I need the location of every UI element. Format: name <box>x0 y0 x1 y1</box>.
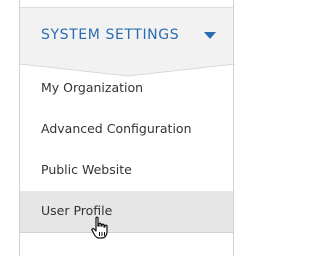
system-settings-header[interactable]: SYSTEM SETTINGS <box>20 8 233 65</box>
menu-item-label: Public Website <box>41 162 132 177</box>
menu-item-label: Advanced Configuration <box>41 121 192 136</box>
chevron-down-icon[interactable] <box>204 32 216 39</box>
hand-pointer-icon <box>91 216 108 239</box>
panel-bottom-divider <box>20 232 233 233</box>
settings-menu: My Organization Advanced Configuration P… <box>20 68 233 232</box>
menu-item-public-website[interactable]: Public Website <box>20 150 233 191</box>
menu-item-label: My Organization <box>41 80 144 95</box>
system-settings-panel: SYSTEM SETTINGS My Organization Advanced… <box>19 0 235 256</box>
menu-item-user-profile[interactable]: User Profile <box>20 191 233 232</box>
menu-item-my-organization[interactable]: My Organization <box>20 68 233 109</box>
menu-item-advanced-configuration[interactable]: Advanced Configuration <box>20 109 233 150</box>
section-title: SYSTEM SETTINGS <box>41 27 180 43</box>
